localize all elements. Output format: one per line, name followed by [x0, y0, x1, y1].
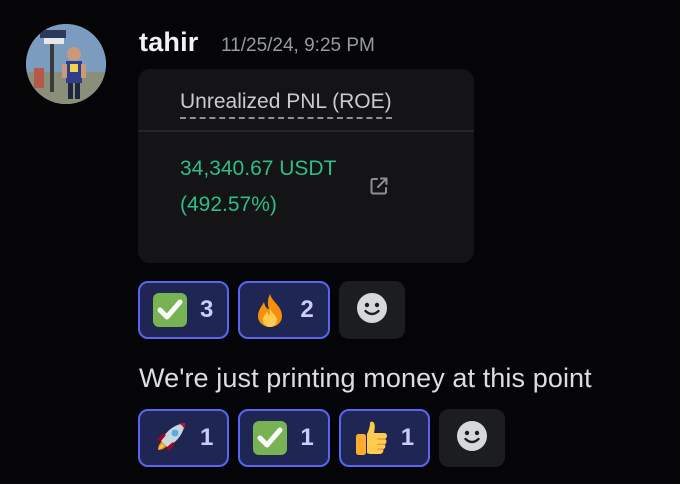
message-text: We're just printing money at this point	[139, 363, 592, 393]
reaction-count: 3	[200, 296, 214, 323]
reaction-thumbs-up[interactable]: 1	[338, 409, 431, 467]
reaction-fire[interactable]: 2	[238, 281, 330, 339]
thumbs-up-emoji	[353, 420, 389, 456]
add-reaction-smiley-icon	[455, 419, 489, 458]
pnl-percent: (492.57%)	[180, 193, 277, 216]
reaction-row: 3 2	[138, 281, 405, 339]
add-reaction-button[interactable]	[439, 409, 506, 467]
reaction-count: 1	[300, 424, 314, 451]
embed-label: Unrealized PNL (ROE)	[180, 90, 392, 119]
external-link-icon[interactable]	[368, 175, 390, 197]
add-reaction-smiley-icon	[355, 291, 389, 330]
reaction-check-mark[interactable]: 3	[138, 281, 230, 339]
check-mark-emoji	[152, 292, 188, 328]
add-reaction-button[interactable]	[338, 281, 405, 339]
check-mark-emoji	[252, 420, 288, 456]
timestamp: 11/25/24, 9:25 PM	[221, 35, 375, 56]
reaction-count: 1	[200, 424, 214, 451]
reaction-count: 2	[300, 296, 314, 323]
username[interactable]: tahir	[139, 27, 199, 58]
reaction-count: 1	[400, 424, 415, 451]
user-avatar[interactable]	[26, 24, 106, 104]
reaction-row: 1 1 1	[138, 409, 506, 467]
pnl-embed-card[interactable]: Unrealized PNL (ROE) 34,340.67 USDT (492…	[138, 69, 474, 263]
fire-emoji	[252, 292, 288, 328]
reaction-check-mark[interactable]: 1	[238, 409, 330, 467]
rocket-emoji	[152, 420, 188, 456]
pnl-amount: 34,340.67 USDT	[180, 157, 337, 180]
reaction-rocket[interactable]: 1	[138, 409, 230, 467]
embed-divider	[138, 130, 474, 132]
